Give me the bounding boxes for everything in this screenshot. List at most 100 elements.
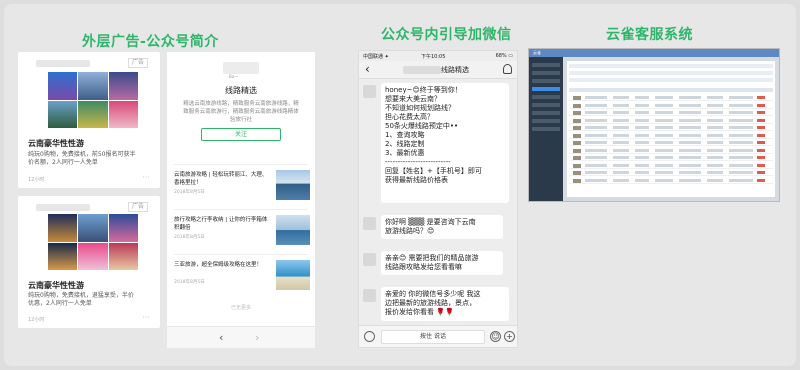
- article-item-1[interactable]: 云南旅游攻略 | 轻松玩转丽江、大理、香格里拉！ 2018年8月5日: [174, 170, 310, 206]
- bottom-nav-bar: ‹ ›: [167, 326, 315, 348]
- sidebar-item[interactable]: [532, 103, 560, 107]
- row-action-button[interactable]: [757, 126, 765, 129]
- sidebar-item-active[interactable]: [532, 87, 560, 91]
- table-cell: [573, 111, 581, 115]
- table-cell: [635, 118, 649, 122]
- crm-app-screenshot: 云雀: [528, 48, 780, 202]
- plus-icon[interactable]: +: [504, 331, 515, 342]
- table-cell: [635, 103, 649, 107]
- divider: [174, 209, 308, 210]
- table-row[interactable]: [569, 125, 773, 131]
- back-arrow-icon[interactable]: ‹: [219, 331, 223, 344]
- table-cell: [707, 156, 723, 159]
- row-action-button[interactable]: [757, 111, 765, 114]
- sidebar-item[interactable]: [532, 71, 560, 75]
- row-action-button[interactable]: [757, 96, 765, 99]
- sender-avatar: [363, 85, 376, 98]
- table-cell: [679, 148, 701, 152]
- status-bar: 中国联通 ✦ 下午10:05 68% ▭: [359, 51, 517, 61]
- table-cell: [707, 163, 723, 167]
- table-cell: [655, 156, 673, 159]
- table-cell: [573, 156, 581, 160]
- table-row[interactable]: [569, 95, 773, 101]
- profile-icon[interactable]: [503, 64, 512, 74]
- table-cell: [679, 103, 701, 107]
- table-cell: [679, 118, 701, 122]
- app-main-panel: [567, 61, 775, 197]
- row-action-button[interactable]: [757, 156, 765, 159]
- app-title-bar: 云雀: [529, 49, 779, 57]
- ad-tag: 广告: [127, 58, 148, 68]
- table-cell: [613, 96, 629, 99]
- follow-button[interactable]: 关注: [201, 128, 281, 141]
- article-title: 旅行攻略之行李收纳 | 让你的行李箱体积翻倍: [174, 217, 268, 231]
- table-cell: [635, 171, 649, 174]
- forward-arrow-icon[interactable]: ›: [255, 331, 259, 344]
- article-item-3[interactable]: 三亚旅游，超全保姆级攻略在这里！ 2018年8月5日: [174, 260, 310, 296]
- back-icon[interactable]: ‹: [365, 62, 370, 76]
- chat-title-blurred: [403, 66, 441, 74]
- table-cell: [729, 133, 753, 137]
- row-action-button[interactable]: [757, 171, 765, 174]
- sidebar-item[interactable]: [532, 127, 560, 131]
- table-row[interactable]: [569, 140, 773, 146]
- table-cell: [655, 148, 673, 152]
- ad-card-2[interactable]: 广告 云南豪华性性游 纯玩0购物，免费接机，退猛享受，半价优惠，2人同行一人免单…: [18, 196, 160, 328]
- divider: [174, 164, 308, 165]
- emoji-icon[interactable]: ☺: [490, 331, 501, 342]
- row-action-button[interactable]: [757, 118, 765, 122]
- row-action-button[interactable]: [757, 103, 765, 107]
- table-cell: [655, 133, 673, 137]
- table-row[interactable]: [569, 163, 773, 169]
- photo-tile: [78, 72, 108, 100]
- table-cell: [679, 133, 701, 137]
- row-action-button[interactable]: [757, 163, 765, 167]
- table-row[interactable]: [569, 170, 773, 176]
- filter-toolbar[interactable]: [569, 71, 773, 75]
- table-row[interactable]: [569, 133, 773, 139]
- chat-phone-screen: 中国联通 ✦ 下午10:05 68% ▭ ‹ 线路精选 honey~😊终于等到你…: [358, 50, 518, 348]
- table-cell: [585, 163, 607, 167]
- table-row[interactable]: [569, 110, 773, 116]
- table-cell: [573, 163, 581, 168]
- row-action-button[interactable]: [757, 148, 765, 152]
- table-row[interactable]: [569, 118, 773, 124]
- table-cell: [573, 103, 581, 108]
- table-row[interactable]: [569, 148, 773, 154]
- keyboard-icon[interactable]: [364, 331, 375, 342]
- sidebar-item[interactable]: [532, 119, 560, 123]
- row-action-button[interactable]: [757, 133, 765, 137]
- table-cell: [573, 126, 581, 130]
- filter-toolbar[interactable]: [569, 64, 773, 68]
- more-icon[interactable]: ···: [142, 313, 150, 322]
- sidebar-item[interactable]: [532, 63, 560, 67]
- table-cell: [655, 141, 673, 144]
- article-item-2[interactable]: 旅行攻略之行李收纳 | 让你的行李箱体积翻倍 2018年8月5日: [174, 215, 310, 251]
- photo-tile: [78, 100, 108, 128]
- table-row[interactable]: [569, 103, 773, 109]
- ad-card-1[interactable]: 广告 云南豪华性性游 纯玩0购物，免费接机，前50报名可获半价名额，2人同行一人…: [18, 52, 160, 188]
- table-cell: [585, 111, 607, 114]
- sidebar-item[interactable]: [532, 95, 560, 99]
- table-cell: [635, 126, 649, 129]
- table-cell: [655, 178, 673, 182]
- ad-time: 12小时: [28, 317, 45, 323]
- hold-to-talk-button[interactable]: 按住 说话: [381, 330, 485, 344]
- row-action-button[interactable]: [757, 141, 765, 144]
- filter-toolbar[interactable]: [569, 78, 773, 82]
- article-date: 2018年8月5日: [174, 190, 205, 195]
- table-header: [569, 88, 773, 92]
- sender-avatar: [363, 217, 376, 230]
- row-action-button[interactable]: [757, 178, 765, 182]
- table-cell: [729, 141, 753, 144]
- sidebar-item[interactable]: [532, 79, 560, 83]
- more-icon[interactable]: ···: [142, 173, 150, 182]
- sidebar-item[interactable]: [532, 111, 560, 115]
- table-row[interactable]: [569, 155, 773, 161]
- account-profile-panel: Ba— 线路精选 精选云南旅游线路，精致服务云南旅游线路，精致服务云南旅游行，精…: [167, 52, 315, 348]
- table-cell: [573, 118, 581, 123]
- sender-avatar: [363, 289, 376, 302]
- photo-tile: [48, 72, 78, 100]
- table-cell: [585, 133, 607, 137]
- table-row[interactable]: [569, 178, 773, 184]
